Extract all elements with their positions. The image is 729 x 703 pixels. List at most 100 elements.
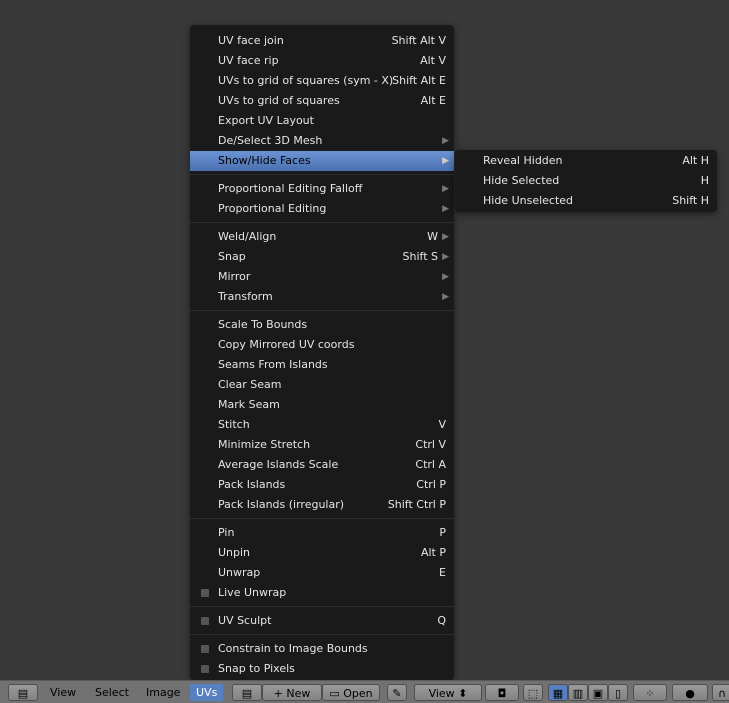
- select-mode-face[interactable]: ▣: [588, 684, 608, 701]
- menu-separator: [190, 171, 454, 179]
- menu-item-seams-from-islands[interactable]: Seams From Islands: [190, 355, 454, 375]
- open-image-button[interactable]: ▭ Open: [322, 684, 380, 701]
- menu-item-unwrap[interactable]: Unwrap E: [190, 563, 454, 583]
- menu-item-label: UV face rip: [218, 54, 279, 67]
- shortcut-label: Alt H: [682, 154, 709, 167]
- pivot-select[interactable]: ◘: [485, 684, 519, 701]
- sync-selection-button[interactable]: ⬚: [523, 684, 543, 701]
- menu-item-de-select-3d-mesh[interactable]: De/Select 3D Mesh ▶: [190, 131, 454, 151]
- menu-item-label: Snap: [218, 250, 246, 263]
- menu-item-uv-sculpt[interactable]: UV Sculpt Q: [190, 611, 454, 631]
- snap-button[interactable]: ∩: [712, 684, 729, 701]
- menu-item-proportional-editing-falloff[interactable]: Proportional Editing Falloff ▶: [190, 179, 454, 199]
- editor-type-button[interactable]: ▤: [8, 684, 38, 701]
- view-mode-select[interactable]: View ⬍: [414, 684, 482, 701]
- proportional-edit-select[interactable]: ●: [672, 684, 708, 701]
- menu-item-snap-to-pixels[interactable]: Snap to Pixels: [190, 659, 454, 679]
- shortcut-label: H: [700, 174, 709, 187]
- menu-item-uvs-to-grid-of-squares[interactable]: UVs to grid of squares Alt E: [190, 91, 454, 111]
- pin-button[interactable]: ✎: [387, 684, 407, 701]
- submenu-arrow-icon: ▶: [442, 156, 449, 166]
- menu-item-transform[interactable]: Transform ▶: [190, 287, 454, 307]
- menu-item-unpin[interactable]: Unpin Alt P: [190, 543, 454, 563]
- menu-view[interactable]: View: [50, 684, 76, 701]
- menu-item-label: Proportional Editing: [218, 202, 327, 215]
- menu-item-label: Transform: [218, 290, 273, 303]
- menu-item-label: Pin: [218, 526, 235, 539]
- menu-item-pin[interactable]: Pin P: [190, 523, 454, 543]
- menu-item-label: Unpin: [218, 546, 251, 559]
- menu-item-uv-face-join[interactable]: UV face join Shift Alt V: [190, 31, 454, 51]
- menu-item-label: Proportional Editing Falloff: [218, 182, 363, 195]
- folder-icon: ▭: [329, 687, 344, 700]
- shortcut-label: Alt E: [420, 94, 446, 107]
- menu-item-label: UV Sculpt: [218, 614, 272, 627]
- menu-item-scale-to-bounds[interactable]: Scale To Bounds: [190, 315, 454, 335]
- menu-item-hide-unselected[interactable]: Hide Unselected Shift H: [455, 191, 717, 211]
- shortcut-label: V: [438, 418, 446, 431]
- image-browse-button[interactable]: ▤: [232, 684, 262, 701]
- menu-item-uv-face-rip[interactable]: UV face rip Alt V: [190, 51, 454, 71]
- menu-item-mirror[interactable]: Mirror ▶: [190, 267, 454, 287]
- menu-separator: [190, 603, 454, 611]
- menu-uvs[interactable]: UVs: [190, 684, 224, 701]
- menu-image[interactable]: Image: [146, 684, 180, 701]
- shortcut-label: Ctrl A: [415, 458, 446, 471]
- menu-item-copy-mirrored-uv-coords[interactable]: Copy Mirrored UV coords: [190, 335, 454, 355]
- menu-item-label: Hide Selected: [483, 174, 560, 187]
- submenu-arrow-icon: ▶: [442, 204, 449, 214]
- menu-separator: [190, 631, 454, 639]
- menu-item-label: Snap to Pixels: [218, 662, 295, 675]
- menu-item-live-unwrap[interactable]: Live Unwrap: [190, 583, 454, 603]
- menu-item-clear-seam[interactable]: Clear Seam: [190, 375, 454, 395]
- menu-item-export-uv-layout[interactable]: Export UV Layout: [190, 111, 454, 131]
- menu-item-show-hide-faces[interactable]: Show/Hide Faces ▶: [190, 151, 454, 171]
- submenu-arrow-icon: ▶: [442, 232, 449, 242]
- menu-item-hide-selected[interactable]: Hide Selected H: [455, 171, 717, 191]
- menu-item-label: Pack Islands (irregular): [218, 498, 345, 511]
- sticky-select-mode[interactable]: ⁘: [633, 684, 667, 701]
- uvs-menu: UV face join Shift Alt V UV face rip Alt VU…: [190, 25, 454, 680]
- shortcut-label: Alt V: [420, 54, 446, 67]
- select-mode-vertex[interactable]: ▦: [548, 684, 568, 701]
- menu-item-uvs-to-grid-of-squares-sym-x[interactable]: UVs to grid of squares (sym - X) Shift Al…: [190, 71, 454, 91]
- checkbox[interactable]: [201, 665, 209, 673]
- menu-item-label: Live Unwrap: [218, 586, 287, 599]
- menu-item-label: Pack Islands: [218, 478, 286, 491]
- menu-item-proportional-editing[interactable]: Proportional Editing ▶: [190, 199, 454, 219]
- submenu-arrow-icon: ▶: [442, 292, 449, 302]
- menu-item-pack-islands-irregular[interactable]: Pack Islands (irregular) Shift Ctrl P: [190, 495, 454, 515]
- shortcut-label: Alt P: [420, 546, 446, 559]
- menu-item-minimize-stretch[interactable]: Minimize Stretch Ctrl V: [190, 435, 454, 455]
- select-mode-edge[interactable]: ▥: [568, 684, 588, 701]
- checkbox[interactable]: [201, 589, 209, 597]
- menu-item-stitch[interactable]: Stitch V: [190, 415, 454, 435]
- menu-select[interactable]: Select: [95, 684, 129, 701]
- new-image-button[interactable]: + New: [262, 684, 322, 701]
- submenu-arrow-icon: ▶: [442, 136, 449, 146]
- submenu-arrow-icon: ▶: [442, 184, 449, 194]
- menu-item-constrain-to-image-bounds[interactable]: Constrain to Image Bounds: [190, 639, 454, 659]
- menu-item-weld-align[interactable]: Weld/Align W ▶: [190, 227, 454, 247]
- menu-item-label: Mirror: [218, 270, 251, 283]
- shortcut-label: Ctrl V: [415, 438, 446, 451]
- shortcut-label: W: [427, 230, 438, 243]
- menu-item-label: Weld/Align: [218, 230, 277, 243]
- menu-item-pack-islands[interactable]: Pack Islands Ctrl P: [190, 475, 454, 495]
- shortcut-label: Shift S: [402, 250, 438, 263]
- checkbox[interactable]: [201, 617, 209, 625]
- menu-separator: [190, 219, 454, 227]
- menu-item-label: Unwrap: [218, 566, 261, 579]
- menu-item-mark-seam[interactable]: Mark Seam: [190, 395, 454, 415]
- menu-item-reveal-hidden[interactable]: Reveal Hidden Alt H: [455, 151, 717, 171]
- menu-item-label: Stitch: [218, 418, 250, 431]
- menu-item-snap[interactable]: Snap Shift S ▶: [190, 247, 454, 267]
- menu-item-label: UVs to grid of squares: [218, 94, 340, 107]
- shortcut-label: Shift Alt V: [391, 34, 446, 47]
- select-mode-island[interactable]: ▯: [608, 684, 628, 701]
- menu-item-label: De/Select 3D Mesh: [218, 134, 323, 147]
- menu-item-average-islands-scale[interactable]: Average Islands Scale Ctrl A: [190, 455, 454, 475]
- shortcut-label: Ctrl P: [416, 478, 446, 491]
- checkbox[interactable]: [201, 645, 209, 653]
- submenu-arrow-icon: ▶: [442, 252, 449, 262]
